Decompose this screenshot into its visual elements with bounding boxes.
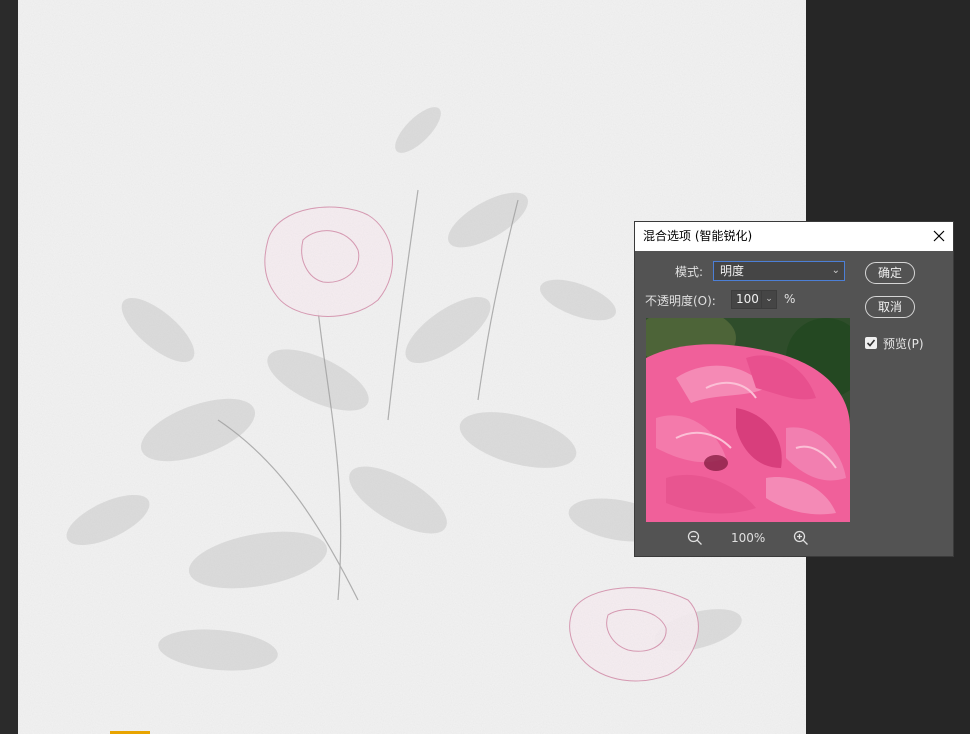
opacity-value: 100 <box>736 292 759 306</box>
preview-checkbox[interactable] <box>865 337 877 349</box>
dialog-titlebar[interactable]: 混合选项 (智能锐化) <box>635 222 953 251</box>
preview-thumbnail[interactable] <box>646 318 850 522</box>
check-icon <box>866 339 876 347</box>
chevron-down-icon: ⌄ <box>831 265 840 276</box>
cancel-button[interactable]: 取消 <box>865 296 915 318</box>
zoom-in-icon[interactable] <box>793 530 809 546</box>
mode-value: 明度 <box>720 264 745 278</box>
zoom-level: 100% <box>731 531 766 545</box>
zoom-out-icon[interactable] <box>687 530 703 546</box>
mode-label: 模式: <box>675 265 704 279</box>
opacity-label: 不透明度(O): <box>645 294 716 308</box>
close-icon[interactable] <box>931 228 947 244</box>
left-panel-edge <box>0 0 18 734</box>
rose-preview-image <box>646 318 850 522</box>
blend-options-dialog: 混合选项 (智能锐化) 模式: 明度 ⌄ 不透明度(O): 100 ⌄ % 确定… <box>634 221 954 557</box>
zoom-controls: 100% <box>635 528 865 548</box>
dialog-title: 混合选项 (智能锐化) <box>643 229 753 243</box>
mode-dropdown[interactable]: 明度 ⌄ <box>713 261 845 281</box>
chevron-down-icon[interactable]: ⌄ <box>761 291 776 308</box>
opacity-input[interactable]: 100 ⌄ <box>731 290 777 309</box>
opacity-unit: % <box>784 292 796 306</box>
ok-button[interactable]: 确定 <box>865 262 915 284</box>
preview-label: 预览(P) <box>883 337 924 351</box>
